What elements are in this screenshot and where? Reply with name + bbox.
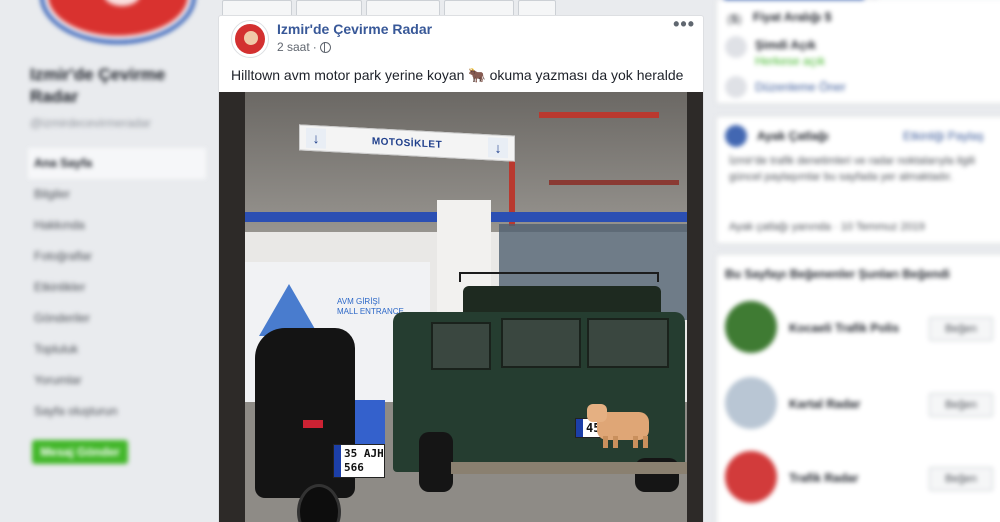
car-roof-rack bbox=[459, 272, 659, 282]
nav-item-about[interactable]: Hakkında bbox=[28, 210, 206, 241]
clock-icon bbox=[725, 36, 747, 58]
post-author-avatar[interactable] bbox=[231, 20, 269, 58]
open-now-text: Şimdi Açık bbox=[755, 38, 816, 52]
nav-item-info[interactable]: Bilgiler bbox=[28, 179, 206, 210]
like-page-button[interactable]: Beğen bbox=[929, 317, 993, 341]
nav-item-home[interactable]: Ana Sayfa bbox=[28, 148, 206, 179]
suggested-page-avatar[interactable] bbox=[725, 301, 777, 353]
moto-license-plate: 35 AJH 566 bbox=[333, 444, 385, 478]
edit-icon bbox=[725, 76, 747, 98]
photo-left-border bbox=[219, 92, 245, 522]
cow-emoji-sticker bbox=[587, 402, 657, 448]
car-window bbox=[501, 318, 581, 368]
suggest-edit-link[interactable]: Düzenleme Öner bbox=[755, 80, 846, 94]
down-arrow-icon: ↓ bbox=[306, 127, 326, 149]
car-tire bbox=[419, 432, 453, 492]
price-range-text: Fiyat Aralığı $ bbox=[753, 10, 832, 24]
nav-item-events[interactable]: Etkinlikler bbox=[28, 272, 206, 303]
open-status-text: Herkese açık bbox=[755, 54, 826, 68]
photo-right-border bbox=[687, 92, 703, 522]
nav-item-reviews[interactable]: Yorumlar bbox=[28, 365, 206, 396]
post-time[interactable]: 2 saat bbox=[277, 40, 310, 54]
more-options-button[interactable]: ••• bbox=[673, 16, 695, 35]
nav-item-community[interactable]: Topluluk bbox=[28, 334, 206, 365]
nav-item-create-page[interactable]: Sayfa oluşturun bbox=[28, 396, 206, 427]
post-meta: 2 saat · bbox=[277, 40, 331, 54]
photo-green-car: 45 H bbox=[391, 272, 687, 498]
post-card: Izmir'de Çevirme Radar 2 saat · ••• Hill… bbox=[218, 15, 704, 522]
car-bumper bbox=[451, 462, 687, 474]
event-card: Ayak Çatlağı Etkinliği Paylaş İzmir'de t… bbox=[716, 116, 1000, 244]
meta-separator: · bbox=[312, 40, 317, 54]
event-footer: Ayak çatlağı yanında · 10 Temmuz 2019 bbox=[729, 221, 925, 233]
car-window bbox=[587, 318, 669, 368]
suggested-title: Bu Sayfayı Beğenenler Şunları Beğendi bbox=[725, 267, 950, 281]
page-name[interactable]: Izmir'de Çevirme Radar bbox=[30, 64, 190, 108]
suggested-page-name[interactable]: Kartal Radar bbox=[789, 397, 860, 411]
car-window bbox=[431, 322, 491, 370]
event-avatar[interactable] bbox=[725, 125, 747, 147]
photo-motorcycle: 35 AJH 566 bbox=[245, 288, 395, 522]
sign-text: MOTOSİKLET bbox=[371, 135, 443, 151]
price-icon: ($) bbox=[727, 12, 742, 26]
moto-plate-line1: 35 AJH bbox=[344, 447, 384, 460]
post-text: Hilltown avm motor park yerine koyan 🐂 o… bbox=[231, 67, 684, 83]
globe-icon[interactable] bbox=[319, 41, 331, 53]
page-handle[interactable]: @izmirdecevirmeradar bbox=[30, 116, 151, 130]
event-title[interactable]: Ayak Çatlağı bbox=[757, 129, 829, 143]
post-photo[interactable]: AVM GİRİŞİ MALL ENTRANCE ↓ MOTOSİKLET ↓ … bbox=[219, 92, 703, 522]
moto-tail-light bbox=[303, 420, 323, 428]
photo-pipe bbox=[539, 112, 659, 118]
suggested-page-name[interactable]: Kocaeli Trafik Polis bbox=[789, 321, 899, 335]
nav-item-posts[interactable]: Gönderiler bbox=[28, 303, 206, 334]
page-info-card: ($) Fiyat Aralığı $ Şimdi Açık Herkese a… bbox=[716, 0, 1000, 104]
like-page-button[interactable]: Beğen bbox=[929, 467, 993, 491]
nav-item-photos[interactable]: Fotoğraflar bbox=[28, 241, 206, 272]
post-author-name[interactable]: Izmir'de Çevirme Radar bbox=[277, 21, 432, 37]
moto-plate-line2: 566 bbox=[344, 461, 364, 474]
like-page-button[interactable]: Beğen bbox=[929, 393, 993, 417]
page-profile-picture[interactable] bbox=[40, 0, 196, 44]
page-nav: Ana Sayfa Bilgiler Hakkında Fotoğraflar … bbox=[28, 148, 206, 427]
suggested-page-avatar[interactable] bbox=[725, 451, 777, 503]
share-event-link[interactable]: Etkinliği Paylaş bbox=[903, 129, 984, 143]
down-arrow-icon: ↓ bbox=[488, 137, 508, 159]
photo-pipe bbox=[549, 180, 679, 185]
suggested-page-avatar[interactable] bbox=[725, 377, 777, 429]
suggested-pages-card: Bu Sayfayı Beğenenler Şunları Beğendi Ko… bbox=[716, 254, 1000, 522]
suggested-page-name[interactable]: Trafik Radar bbox=[789, 471, 858, 485]
send-message-button[interactable]: Mesaj Gönder bbox=[32, 440, 128, 464]
event-body: İzmir'de trafik denetimleri ve radar nok… bbox=[729, 155, 976, 183]
left-sidebar: Izmir'de Çevirme Radar @izmirdecevirmera… bbox=[0, 0, 212, 522]
